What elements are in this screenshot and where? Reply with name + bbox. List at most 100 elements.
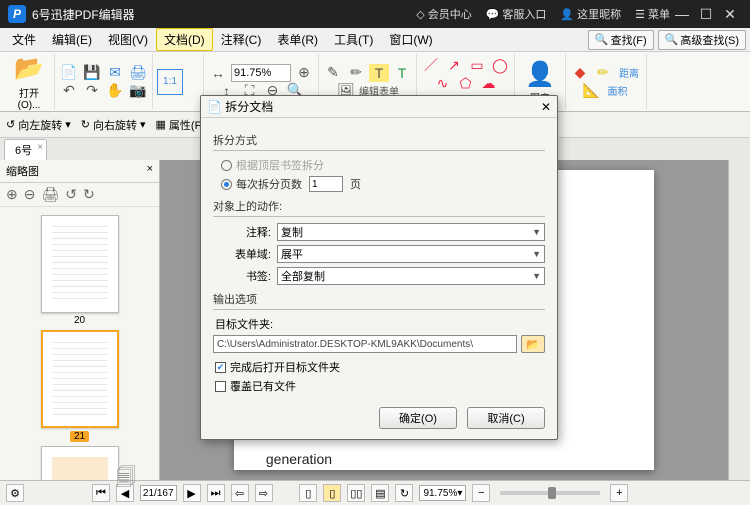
open-after-checkbox[interactable]: ✔完成后打开目标文件夹 xyxy=(215,359,545,375)
zoom-combo[interactable] xyxy=(231,64,291,82)
line-shape-icon[interactable]: ／ xyxy=(421,56,441,74)
rect-shape-icon[interactable]: ▭ xyxy=(467,56,487,74)
bookmark-action-combo[interactable]: 全部复制▼ xyxy=(277,267,545,285)
hand-icon[interactable]: ✋ xyxy=(105,82,125,100)
first-page-button[interactable]: ⏮ xyxy=(92,484,110,502)
menu-form[interactable]: 表单(R) xyxy=(269,28,326,51)
highlight-icon[interactable]: ✏ xyxy=(346,64,366,82)
save-icon[interactable]: 💾 xyxy=(82,64,102,82)
rotate-left-button[interactable]: ↺ 向左旋转 ▾ xyxy=(6,117,71,133)
eraser-icon[interactable]: ◆ xyxy=(570,64,590,82)
menu-file[interactable]: 文件 xyxy=(4,28,44,51)
open-button[interactable]: 📂 打开(O)... xyxy=(8,53,50,111)
new-icon[interactable]: 📄 xyxy=(59,64,79,82)
thumb-rotate-left-icon[interactable]: ↺ xyxy=(65,186,77,203)
form-action-combo[interactable]: 展平▼ xyxy=(277,245,545,263)
browse-folder-button[interactable]: 📂 xyxy=(521,335,545,353)
pages-stack-icon[interactable]: 🗐 xyxy=(116,463,136,497)
thumb-zoom-in-icon[interactable]: ⊕ xyxy=(6,186,18,203)
close-button[interactable]: ✕ xyxy=(718,6,742,23)
panel-close-icon[interactable]: × xyxy=(147,163,153,179)
nickname-link[interactable]: 👤 这里昵称 xyxy=(560,6,621,22)
ellipse-shape-icon[interactable]: ◯ xyxy=(490,56,510,74)
split-method-label: 拆分方式 xyxy=(213,132,545,148)
layout-cont-facing-icon[interactable]: ▤ xyxy=(371,484,389,502)
app-logo: P xyxy=(8,5,26,23)
thumb-print-icon[interactable]: 🖨 xyxy=(41,186,59,203)
thumbnail[interactable]: 20 xyxy=(6,215,153,326)
rotate-view-icon[interactable]: ↻ xyxy=(395,484,413,502)
camera-icon[interactable]: 📷 xyxy=(128,82,148,100)
right-tab-strip[interactable] xyxy=(728,160,750,480)
fit-width-icon[interactable]: ↔ xyxy=(208,64,228,82)
polyline-icon[interactable]: ∿ xyxy=(433,74,453,92)
nav-fwd-button[interactable]: ⇨ xyxy=(255,484,273,502)
distance-label[interactable]: 距离 xyxy=(616,64,642,82)
undo-icon[interactable]: ↶ xyxy=(59,82,79,100)
thumb-zoom-out-icon[interactable]: ⊖ xyxy=(24,186,36,203)
note-icon[interactable]: T xyxy=(392,64,412,82)
thumb-rotate-right-icon[interactable]: ↻ xyxy=(83,186,95,203)
last-page-button[interactable]: ⏭ xyxy=(207,484,225,502)
measure-icon[interactable]: 📐 xyxy=(582,82,602,100)
menu-view[interactable]: 视图(V) xyxy=(100,28,156,51)
arrow-shape-icon[interactable]: ↗ xyxy=(444,56,464,74)
polygon-icon[interactable]: ⬠ xyxy=(456,74,476,92)
target-folder-input[interactable]: C:\Users\Administrator.DESKTOP-KML9AKK\D… xyxy=(213,335,517,353)
zoom-in-icon[interactable]: ⊕ xyxy=(294,64,314,82)
advanced-find-button[interactable]: 🔍高级查找(S) xyxy=(658,30,746,50)
thumbnails-list[interactable]: 20 21 xyxy=(0,207,159,480)
thumbnails-tools: ⊕ ⊖ 🖨 ↺ ↻ xyxy=(0,183,159,207)
menu-comment[interactable]: 注释(C) xyxy=(213,28,270,51)
overwrite-checkbox[interactable]: 覆盖已有文件 xyxy=(215,378,545,394)
zoom-minus-button[interactable]: − xyxy=(472,484,490,502)
close-tab-icon[interactable]: × xyxy=(37,142,43,153)
cloud-icon[interactable]: ☁ xyxy=(479,74,499,92)
member-center-link[interactable]: ◇ 会员中心 xyxy=(416,6,471,22)
rotate-right-button[interactable]: ↻ 向右旋转 ▾ xyxy=(81,117,146,133)
menu-tool[interactable]: 工具(T) xyxy=(326,28,381,51)
dialog-close-icon[interactable]: ✕ xyxy=(541,100,551,114)
fit-page-button[interactable]: 1:1 xyxy=(157,69,199,95)
mail-icon[interactable]: ✉ xyxy=(105,64,125,82)
document-tab[interactable]: 6号× xyxy=(4,139,47,160)
text-box-icon[interactable]: T xyxy=(369,64,389,82)
status-zoom-box[interactable]: 91.75% ▾ xyxy=(419,485,466,501)
comment-action-label: 注释: xyxy=(213,224,271,240)
comment-action-combo[interactable]: 复制▼ xyxy=(277,223,545,241)
split-by-bookmark-radio[interactable]: 根据顶层书签拆分 xyxy=(221,157,545,173)
layout-cont-icon[interactable]: ▯ xyxy=(323,484,341,502)
maximize-button[interactable]: ☐ xyxy=(694,6,718,23)
next-page-button[interactable]: ▶ xyxy=(183,484,201,502)
output-options-label: 输出选项 xyxy=(213,291,545,307)
edit-text-icon[interactable]: ✎ xyxy=(323,64,343,82)
area-label[interactable]: 面积 xyxy=(605,82,631,100)
layout-facing-icon[interactable]: ▯▯ xyxy=(347,484,365,502)
page-number-box[interactable]: 21 /167 xyxy=(140,485,177,501)
menu-edit[interactable]: 编辑(E) xyxy=(44,28,100,51)
app-title: 6号迅捷PDF编辑器 xyxy=(32,6,135,23)
layout-single-icon[interactable]: ▯ xyxy=(299,484,317,502)
print-icon[interactable]: 🖨 xyxy=(128,64,148,82)
zoom-plus-button[interactable]: + xyxy=(610,484,628,502)
status-options-icon[interactable]: ⚙ xyxy=(6,484,24,502)
redo-icon[interactable]: ↷ xyxy=(82,82,102,100)
thumbnail-selected[interactable]: 21 xyxy=(6,330,153,442)
menu-bar: 文件 编辑(E) 视图(V) 文档(D) 注释(C) 表单(R) 工具(T) 窗… xyxy=(0,28,750,52)
service-entry-link[interactable]: 💬 客服入口 xyxy=(486,6,547,22)
pages-per-split-input[interactable] xyxy=(309,176,343,192)
ok-button[interactable]: 确定(O) xyxy=(379,407,457,429)
thumbnails-panel: 缩略图 × ⊕ ⊖ 🖨 ↺ ↻ 20 21 🗐 xyxy=(0,160,160,480)
menu-window[interactable]: 窗口(W) xyxy=(381,28,440,51)
minimize-button[interactable]: — xyxy=(670,6,694,22)
cancel-button[interactable]: 取消(C) xyxy=(467,407,545,429)
pencil-icon[interactable]: ✏ xyxy=(593,64,613,82)
find-button[interactable]: 🔍查找(F) xyxy=(588,30,654,50)
zoom-slider[interactable] xyxy=(500,491,600,495)
target-folder-label: 目标文件夹: xyxy=(215,316,545,332)
nav-back-button[interactable]: ⇦ xyxy=(231,484,249,502)
form-action-label: 表单域: xyxy=(213,246,271,262)
menu-document[interactable]: 文档(D) xyxy=(156,28,213,51)
split-by-pages-radio[interactable]: 每次拆分页数 页 xyxy=(221,176,545,192)
main-menu-link[interactable]: ☰ 菜单 xyxy=(635,6,670,22)
